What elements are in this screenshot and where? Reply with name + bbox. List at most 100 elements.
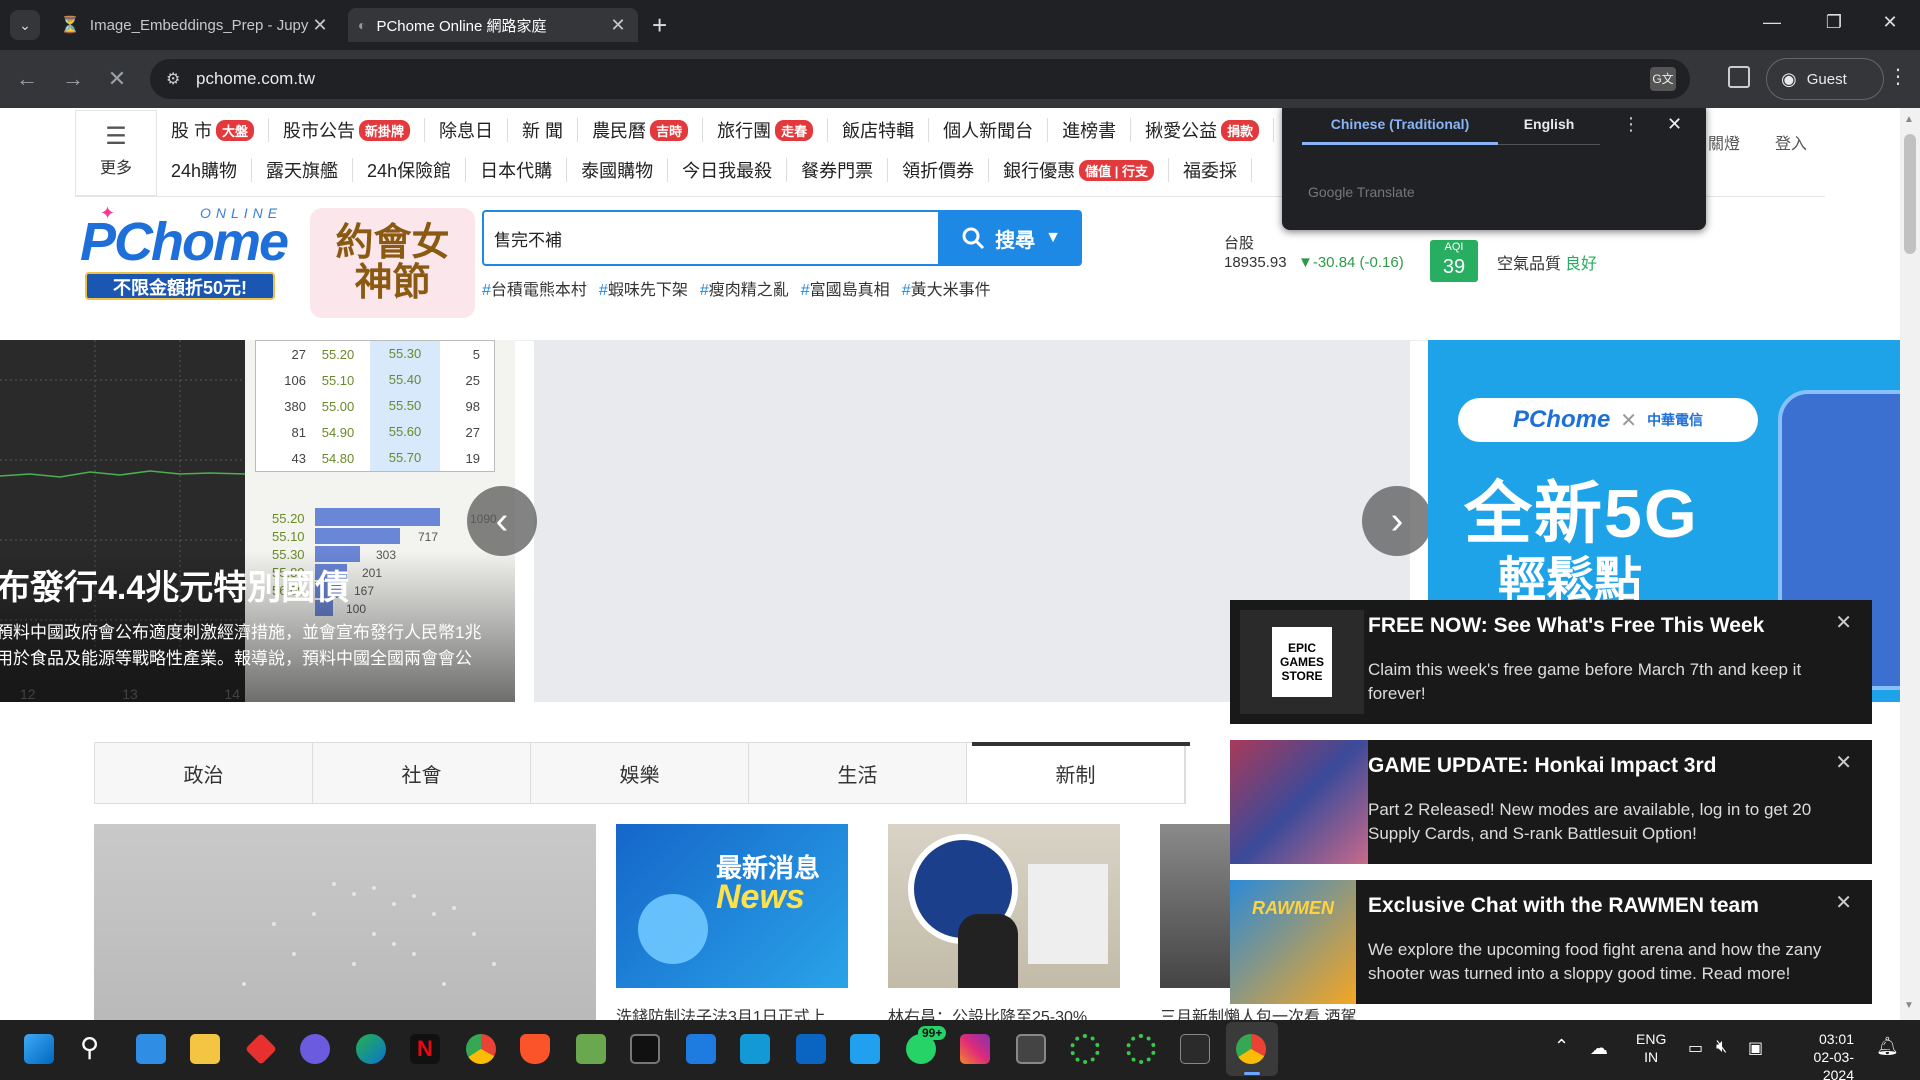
nav-primary-item[interactable]: 個人新聞台	[929, 118, 1049, 142]
chrome-active-icon[interactable]	[1236, 1034, 1266, 1064]
nav-shopping-item[interactable]: 福委採	[1169, 158, 1252, 182]
nav-shopping-item[interactable]: 泰國購物	[567, 158, 669, 182]
nav-primary-item[interactable]: 旅行團 走春	[703, 118, 829, 142]
powershell-icon[interactable]	[1180, 1034, 1210, 1064]
show-hidden-icons[interactable]: ⌃	[1554, 1036, 1569, 1057]
onedrive-icon[interactable]: ☁	[1590, 1038, 1608, 1059]
close-tab-icon[interactable]: ✕	[608, 15, 628, 36]
microsoft-store-icon[interactable]	[136, 1034, 166, 1064]
news-card-caption-3[interactable]: 三月新制懶人包一次看 酒駕	[1160, 1003, 1360, 1020]
scrollbar-thumb[interactable]	[1904, 134, 1916, 254]
news-card-caption-1[interactable]: 洗錢防制法子法3月1日正式上	[616, 1003, 848, 1020]
close-notification-icon[interactable]: ✕	[1835, 890, 1852, 915]
news-card-image-3[interactable]	[1160, 824, 1230, 988]
minimize-icon[interactable]: —	[1760, 12, 1784, 36]
carousel-slide-news[interactable]: 27 55.20 55.30 5 106 55.10 55.40 25 380 55.00 55.5…	[0, 340, 515, 702]
loading-app-2-icon[interactable]	[1126, 1034, 1156, 1064]
news-tab[interactable]: 娛樂	[531, 743, 749, 803]
nav-shopping-item[interactable]: 露天旗艦	[252, 158, 354, 182]
translate-icon[interactable]: G文	[1650, 67, 1676, 91]
network-icon[interactable]: ▭	[1688, 1038, 1703, 1058]
translate-close-icon[interactable]: ✕	[1667, 114, 1682, 135]
terminal-icon[interactable]	[630, 1034, 660, 1064]
nav-primary-item[interactable]: 進榜書	[1048, 118, 1132, 142]
notification-epic[interactable]: EPIC GAMES STORE FREE NOW: See What's Fr…	[1230, 600, 1872, 724]
notification-honkai[interactable]: GAME UPDATE: Honkai Impact 3rd Part 2 Re…	[1230, 740, 1872, 864]
close-notification-icon[interactable]: ✕	[1835, 610, 1852, 635]
netflix-icon[interactable]: N	[410, 1034, 440, 1064]
nav-shopping-item[interactable]: 餐券門票	[787, 158, 889, 182]
tab-search-button[interactable]: ⌄	[10, 10, 40, 40]
search-input[interactable]: 售完不補	[482, 210, 940, 266]
more-menu-button[interactable]: ☰ 更多	[75, 110, 157, 196]
news-feature-image[interactable]	[94, 824, 596, 1020]
restore-icon[interactable]: ❐	[1822, 12, 1846, 36]
event-banner[interactable]: 約會女神節	[310, 208, 475, 318]
language-indicator[interactable]: ENG IN	[1636, 1030, 1666, 1066]
nav-primary-item[interactable]: 股市公告 新掛牌	[269, 118, 426, 142]
url-text[interactable]: pchome.com.tw	[196, 69, 315, 89]
carousel-headline[interactable]: 布發行4.4兆元特別國債	[0, 560, 349, 609]
news-card-image-2[interactable]	[888, 824, 1120, 988]
news-card-caption-2[interactable]: 林右昌：公設比降至25-30%	[888, 1003, 1120, 1020]
nav-primary-item[interactable]: 農民曆 吉時	[578, 118, 704, 142]
hashtag-link[interactable]: #富國島真相	[801, 276, 890, 300]
console-icon[interactable]	[1016, 1034, 1046, 1064]
news-tab[interactable]: 新制	[967, 743, 1185, 803]
nav-shopping-item[interactable]: 今日我最殺	[668, 158, 788, 182]
hashtag-link[interactable]: #黃大米事件	[902, 276, 991, 300]
carousel-next-button[interactable]: ›	[1362, 486, 1432, 556]
tab-jupyter[interactable]: ⏳ Image_Embeddings_Prep - Jupy ✕	[50, 8, 340, 42]
site-info-icon[interactable]: ⚙	[166, 69, 180, 89]
scroll-up-icon[interactable]: ▲	[1904, 114, 1914, 125]
battery-icon[interactable]: ▣	[1748, 1038, 1763, 1058]
nav-shopping-item[interactable]: 日本代購	[466, 158, 568, 182]
minecraft-icon[interactable]	[576, 1034, 606, 1064]
edge-icon[interactable]	[356, 1034, 386, 1064]
nav-primary-item[interactable]: 揪愛公益 捐款	[1131, 118, 1275, 142]
promo-banner[interactable]: 不限金額折50元!	[85, 272, 275, 300]
volume-muted-icon[interactable]: 🔇︎	[1716, 1036, 1727, 1057]
close-notification-icon[interactable]: ✕	[1835, 750, 1852, 775]
nav-primary-item[interactable]: 飯店特輯	[828, 118, 930, 142]
tab-pchome[interactable]: ◐ PChome Online 網路家庭 ✕	[348, 8, 638, 42]
nav-primary-item[interactable]: 除息日	[425, 118, 509, 142]
aqi-badge[interactable]: AQI 39	[1430, 240, 1478, 282]
hashtag-link[interactable]: #台積電熊本村	[482, 276, 587, 300]
nav-shopping-item[interactable]: 領折價券	[888, 158, 990, 182]
back-icon[interactable]: ←	[14, 66, 40, 92]
nav-shopping-item[interactable]: 24h購物	[157, 158, 253, 182]
vscode-icon[interactable]	[850, 1034, 880, 1064]
new-tab-button[interactable]: +	[652, 10, 667, 41]
windows-app-icon[interactable]	[686, 1034, 716, 1064]
nav-shopping-item[interactable]: 24h保險館	[353, 158, 467, 182]
nav-primary-item[interactable]: 股 市大盤	[157, 118, 270, 142]
profile-button[interactable]: ◉ Guest	[1766, 58, 1884, 100]
page-scrollbar[interactable]: ▲ ▼	[1900, 108, 1920, 1020]
hashtag-link[interactable]: #蝦味先下架	[599, 276, 688, 300]
light-toggle-link[interactable]: 關燈	[1708, 130, 1740, 154]
forward-icon[interactable]: →	[60, 66, 86, 92]
prime-video-icon[interactable]	[740, 1034, 770, 1064]
translate-target-tab[interactable]: English	[1498, 116, 1600, 132]
news-tab[interactable]: 生活	[749, 743, 967, 803]
translate-options-icon[interactable]: ⋮	[1622, 114, 1640, 135]
translate-source-tab[interactable]: Chinese (Traditional)	[1302, 116, 1498, 132]
carousel-prev-button[interactable]: ‹	[467, 486, 537, 556]
scroll-down-icon[interactable]: ▼	[1904, 1000, 1914, 1011]
start-icon[interactable]	[24, 1034, 54, 1064]
hashtag-link[interactable]: #瘦肉精之亂	[700, 276, 789, 300]
app-icon[interactable]	[300, 1034, 330, 1064]
chrome-icon[interactable]	[466, 1034, 496, 1064]
file-explorer-icon[interactable]	[190, 1034, 220, 1064]
loading-app-icon[interactable]	[1070, 1034, 1100, 1064]
nav-shopping-item[interactable]: 銀行優惠 儲值 | 行支	[989, 158, 1169, 182]
notification-bell-icon[interactable]: 🔔︎	[1876, 1036, 1899, 1057]
taskbar-search-icon[interactable]: ⚲	[80, 1032, 99, 1063]
stop-loading-icon[interactable]: ✕	[104, 66, 130, 92]
clock[interactable]: 03:01 02-03-2024	[1784, 1030, 1854, 1080]
search-button[interactable]: 搜尋 ▼	[940, 210, 1082, 266]
brave-icon[interactable]	[520, 1034, 550, 1064]
nav-primary-item[interactable]: 新 聞	[508, 118, 579, 142]
outlook-icon[interactable]	[796, 1034, 826, 1064]
